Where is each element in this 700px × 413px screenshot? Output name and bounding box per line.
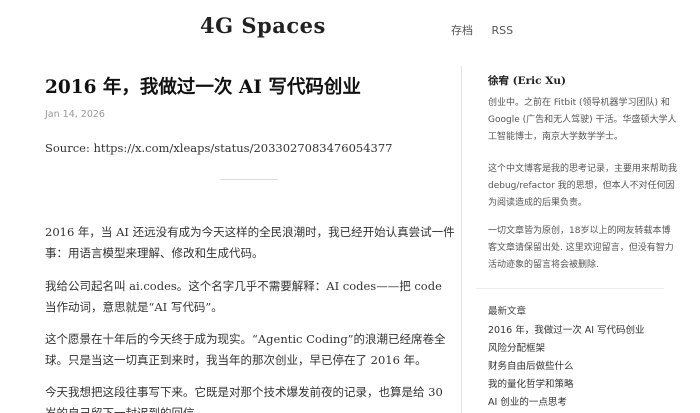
post-paragraph: 我给公司起名叫 ai.codes。这个名字几乎不需要解释：AI codes——把… bbox=[45, 279, 442, 314]
post-date: Jan 14, 2026 bbox=[45, 109, 105, 121]
post-title[interactable]: 2016 年，我做过一次 AI 写代码创业 bbox=[45, 76, 445, 100]
author-block: 徐宥 (Eric Xu) 创业中。之前在 Fitbit (领导机器学习团队) 和… bbox=[488, 73, 678, 146]
site-title[interactable]: 4G Spaces bbox=[200, 13, 326, 38]
recent-post-link[interactable]: AI 创业的一点思考 bbox=[488, 394, 678, 412]
comment-note: 一切文章皆为原创，18岁以上的网友转载本博客文章请保留出处. 这里欢迎留言，但没… bbox=[488, 223, 678, 274]
nav-archive-link[interactable]: 存档 bbox=[451, 24, 473, 37]
post-paragraph: 2016 年，当 AI 还远没有成为今天这样的全民浪潮时，我已经开始认真尝试一件… bbox=[45, 225, 455, 260]
blog-note: 这个中文博客是我的思考记录，主要用来帮助我 debug/refactor 我的思… bbox=[488, 161, 678, 212]
post-header: 2016 年，我做过一次 AI 写代码创业 Jan 14, 2026 Sourc… bbox=[45, 76, 445, 181]
author-bio: 创业中。之前在 Fitbit (领导机器学习团队) 和 Google (广告和无… bbox=[488, 98, 677, 142]
comment-note-text: 一切文章皆为原创，18岁以上的网友转载本博客文章请保留出处. 这里欢迎留言，但没… bbox=[488, 226, 674, 270]
recent-posts-title: 最新文章 bbox=[488, 306, 527, 317]
recent-posts-list: 2016 年，我做过一次 AI 写代码创业 风险分配框架 财务自由后做些什么 我… bbox=[488, 322, 678, 412]
post-paragraph: 今天我想把这段往事写下来。它既是对那个技术爆发前夜的记录，也算是给 30 岁的自… bbox=[45, 385, 443, 413]
blog-note-text: 这个中文博客是我的思考记录，主要用来帮助我 debug/refactor 我的思… bbox=[488, 164, 678, 208]
recent-post-link[interactable]: 风险分配框架 bbox=[488, 340, 678, 358]
recent-posts: 最新文章 2016 年，我做过一次 AI 写代码创业 风险分配框架 财务自由后做… bbox=[488, 303, 678, 412]
recent-post-link[interactable]: 2016 年，我做过一次 AI 写代码创业 bbox=[488, 322, 678, 340]
top-nav: 存档 RSS bbox=[451, 22, 528, 38]
recent-post-link[interactable]: 我的量化哲学和策略 bbox=[488, 376, 678, 394]
sidebar-rule bbox=[476, 288, 664, 289]
post-source[interactable]: Source: https://x.com/xleaps/status/2033… bbox=[45, 141, 445, 155]
recent-post-link[interactable]: 财务自由后做些什么 bbox=[488, 358, 678, 376]
nav-rss-link[interactable]: RSS bbox=[492, 24, 514, 37]
sidebar-divider bbox=[461, 66, 462, 413]
section-divider bbox=[220, 179, 278, 181]
post-paragraph: 这个愿景在十年后的今天终于成为现实。“Agentic Coding”的浪潮已经席… bbox=[45, 332, 446, 367]
author-name: 徐宥 (Eric Xu) bbox=[488, 75, 566, 87]
